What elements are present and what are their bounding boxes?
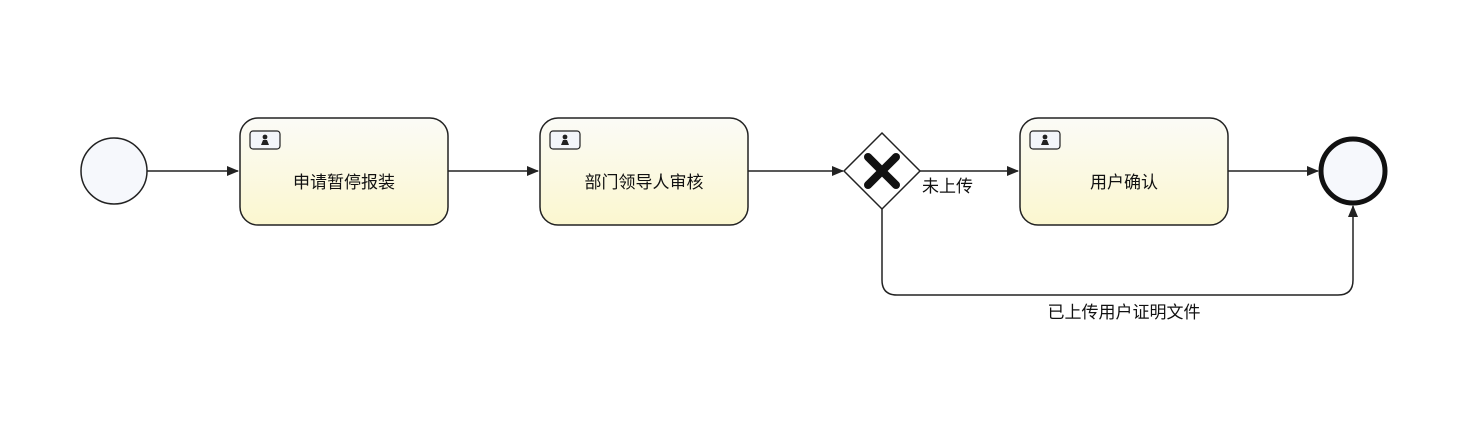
user-task-icon <box>1029 130 1061 150</box>
task-label: 申请暂停报装 <box>293 173 395 193</box>
task-user-confirm[interactable]: 用户确认 <box>1019 117 1229 226</box>
flow-label-uploaded: 已上传用户证明文件 <box>1048 303 1201 323</box>
user-task-icon <box>549 130 581 150</box>
task-department-review[interactable]: 部门领导人审核 <box>539 117 749 226</box>
flow-label-not-uploaded: 未上传 <box>922 177 973 197</box>
task-label: 部门领导人审核 <box>585 173 704 193</box>
user-task-icon <box>249 130 281 150</box>
task-label: 用户确认 <box>1090 173 1158 193</box>
task-apply-suspend[interactable]: 申请暂停报装 <box>239 117 449 226</box>
process-diagram: 申请暂停报装 部门领导人审核 未上传 用户确认 已上传用户证明文件 <box>80 117 1388 323</box>
end-event[interactable] <box>1318 136 1388 206</box>
exclusive-gateway[interactable] <box>842 131 922 211</box>
start-event[interactable] <box>80 137 148 205</box>
